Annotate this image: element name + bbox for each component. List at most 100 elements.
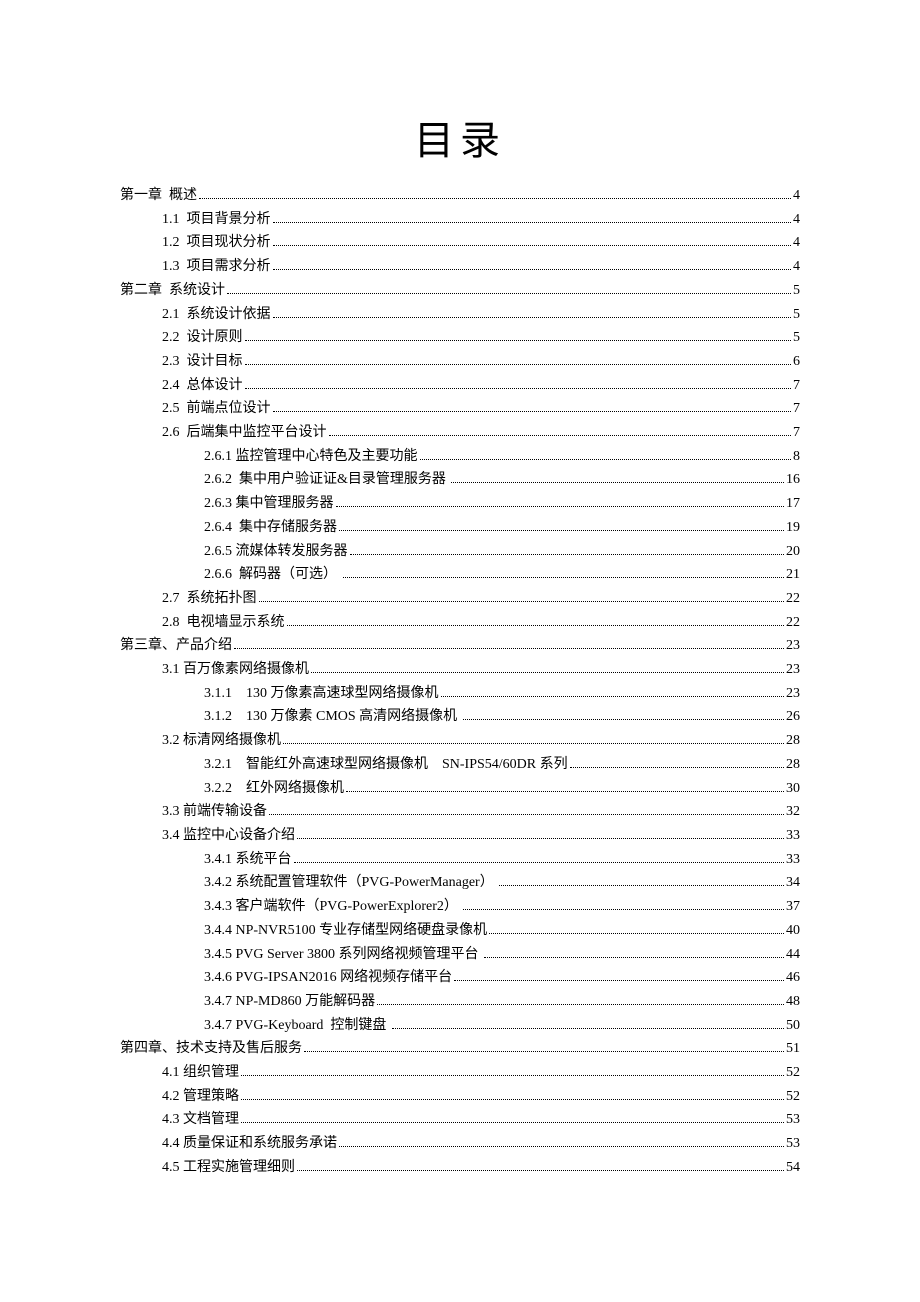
toc-entry[interactable]: 3.2.1 智能红外高速球型网络摄像机 SN-IPS54/60DR 系列28 [120, 753, 800, 777]
toc-entry[interactable]: 3.3 前端传输设备32 [120, 800, 800, 824]
toc-entry[interactable]: 2.2 设计原则 5 [120, 326, 800, 350]
toc-entry-label: 3.2.2 红外网络摄像机 [204, 777, 344, 801]
toc-entry-label: 3.4.2 系统配置管理软件（PVG-PowerManager） [204, 871, 497, 895]
toc-entry-label: 2.1 系统设计依据 [162, 303, 271, 327]
toc-leader-dots [463, 719, 784, 720]
toc-entry[interactable]: 3.4.7 PVG-Keyboard 控制键盘 50 [120, 1014, 800, 1038]
toc-entry-label: 4.5 工程实施管理细则 [162, 1156, 295, 1180]
toc-entry-page: 5 [793, 326, 800, 350]
toc-leader-dots [199, 198, 791, 199]
toc-entry[interactable]: 1.2 项目现状分析4 [120, 231, 800, 255]
toc-entry-page: 22 [786, 611, 800, 635]
toc-entry-page: 48 [786, 990, 800, 1014]
toc-leader-dots [499, 885, 784, 886]
toc-entry[interactable]: 2.3 设计目标6 [120, 350, 800, 374]
toc-entry-page: 5 [793, 303, 800, 327]
toc-leader-dots [304, 1051, 784, 1052]
toc-entry-page: 8 [793, 445, 800, 469]
toc-entry-label: 3.4.6 PVG-IPSAN2016 网络视频存储平台 [204, 966, 452, 990]
toc-entry-label: 3.4.5 PVG Server 3800 系列网络视频管理平台 [204, 943, 482, 967]
toc-entry-page: 4 [793, 255, 800, 279]
toc-leader-dots [273, 411, 792, 412]
toc-entry-label: 4.1 组织管理 [162, 1061, 239, 1085]
toc-entry[interactable]: 3.4.4 NP-NVR5100 专业存储型网络硬盘录像机40 [120, 919, 800, 943]
toc-leader-dots [259, 601, 785, 602]
toc-entry[interactable]: 3.4.7 NP-MD860 万能解码器 48 [120, 990, 800, 1014]
toc-entry[interactable]: 4.4 质量保证和系统服务承诺53 [120, 1132, 800, 1156]
toc-leader-dots [392, 1028, 784, 1029]
toc-entry[interactable]: 2.5 前端点位设计7 [120, 397, 800, 421]
toc-leader-dots [245, 364, 792, 365]
toc-entry-page: 7 [793, 421, 800, 445]
toc-entry[interactable]: 2.7 系统拓扑图22 [120, 587, 800, 611]
toc-entry[interactable]: 4.2 管理策略52 [120, 1085, 800, 1109]
toc-entry[interactable]: 3.4.3 客户端软件（PVG-PowerExplorer2） 37 [120, 895, 800, 919]
toc-entry-page: 40 [786, 919, 800, 943]
toc-entry-page: 54 [786, 1156, 800, 1180]
toc-entry[interactable]: 2.6 后端集中监控平台设计 7 [120, 421, 800, 445]
toc-entry-label: 2.2 设计原则 [162, 326, 243, 350]
toc-entry-page: 28 [786, 729, 800, 753]
toc-entry[interactable]: 第三章、产品介绍23 [120, 634, 800, 658]
toc-entry[interactable]: 第二章 系统设计5 [120, 279, 800, 303]
toc-entry[interactable]: 4.5 工程实施管理细则 54 [120, 1156, 800, 1180]
toc-entry[interactable]: 2.8 电视墙显示系统22 [120, 611, 800, 635]
toc-entry[interactable]: 1.1 项目背景分析4 [120, 208, 800, 232]
toc-leader-dots [273, 245, 792, 246]
toc-leader-dots [570, 767, 784, 768]
toc-entry-label: 2.3 设计目标 [162, 350, 243, 374]
toc-entry[interactable]: 3.1.2 130 万像素 CMOS 高清网络摄像机 26 [120, 705, 800, 729]
toc-leader-dots [489, 933, 784, 934]
toc-entry-label: 3.3 前端传输设备 [162, 800, 267, 824]
toc-leader-dots [454, 980, 784, 981]
toc-entry[interactable]: 2.6.1 监控管理中心特色及主要功能 8 [120, 445, 800, 469]
toc-entry[interactable]: 3.4.2 系统配置管理软件（PVG-PowerManager） 34 [120, 871, 800, 895]
toc-entry-page: 52 [786, 1085, 800, 1109]
toc-entry-label: 2.6 后端集中监控平台设计 [162, 421, 327, 445]
toc-entry[interactable]: 3.4.6 PVG-IPSAN2016 网络视频存储平台 46 [120, 966, 800, 990]
toc-entry[interactable]: 3.2 标清网络摄像机28 [120, 729, 800, 753]
toc-entry-page: 26 [786, 705, 800, 729]
toc-entry-page: 33 [786, 848, 800, 872]
toc-entry-label: 3.4.3 客户端软件（PVG-PowerExplorer2） [204, 895, 461, 919]
toc-entry[interactable]: 2.6.3 集中管理服务器 17 [120, 492, 800, 516]
toc-entry-page: 23 [786, 658, 800, 682]
toc-leader-dots [484, 957, 784, 958]
toc-entry[interactable]: 第四章、技术支持及售后服务51 [120, 1037, 800, 1061]
toc-entry-label: 2.6.1 监控管理中心特色及主要功能 [204, 445, 418, 469]
toc-leader-dots [336, 506, 785, 507]
toc-entry-page: 53 [786, 1132, 800, 1156]
toc-entry[interactable]: 3.4.5 PVG Server 3800 系列网络视频管理平台 44 [120, 943, 800, 967]
toc-entry-page: 52 [786, 1061, 800, 1085]
toc-leader-dots [273, 317, 792, 318]
toc-entry[interactable]: 3.4.1 系统平台 33 [120, 848, 800, 872]
toc-entry[interactable]: 第一章 概述4 [120, 184, 800, 208]
toc-entry[interactable]: 2.6.2 集中用户验证证&目录管理服务器 16 [120, 468, 800, 492]
toc-entry-page: 46 [786, 966, 800, 990]
toc-entry-label: 2.6.3 集中管理服务器 [204, 492, 334, 516]
toc-entry-page: 16 [786, 468, 800, 492]
toc-entry[interactable]: 3.2.2 红外网络摄像机30 [120, 777, 800, 801]
toc-entry-page: 7 [793, 374, 800, 398]
toc-entry[interactable]: 2.1 系统设计依据 5 [120, 303, 800, 327]
toc-entry-page: 17 [786, 492, 800, 516]
toc-leader-dots [329, 435, 792, 436]
toc-entry[interactable]: 3.4 监控中心设备介绍33 [120, 824, 800, 848]
toc-entry[interactable]: 3.1 百万像素网络摄像机23 [120, 658, 800, 682]
toc-entry[interactable]: 4.1 组织管理 52 [120, 1061, 800, 1085]
toc-entry[interactable]: 2.6.6 解码器（可选） 21 [120, 563, 800, 587]
toc-entry[interactable]: 2.4 总体设计7 [120, 374, 800, 398]
toc-entry[interactable]: 1.3 项目需求分析4 [120, 255, 800, 279]
toc-leader-dots [346, 791, 784, 792]
toc-leader-dots [245, 388, 792, 389]
toc-entry[interactable]: 3.1.1 130 万像素高速球型网络摄像机23 [120, 682, 800, 706]
toc-entry-label: 3.1.1 130 万像素高速球型网络摄像机 [204, 682, 439, 706]
toc-leader-dots [297, 1170, 784, 1171]
toc-leader-dots [377, 1004, 784, 1005]
toc-entry-label: 3.4.1 系统平台 [204, 848, 292, 872]
toc-entry-label: 2.6.2 集中用户验证证&目录管理服务器 [204, 468, 449, 492]
toc-entry-label: 3.4.7 NP-MD860 万能解码器 [204, 990, 375, 1014]
toc-entry[interactable]: 4.3 文档管理53 [120, 1108, 800, 1132]
toc-entry[interactable]: 2.6.5 流媒体转发服务器20 [120, 540, 800, 564]
toc-entry[interactable]: 2.6.4 集中存储服务器19 [120, 516, 800, 540]
